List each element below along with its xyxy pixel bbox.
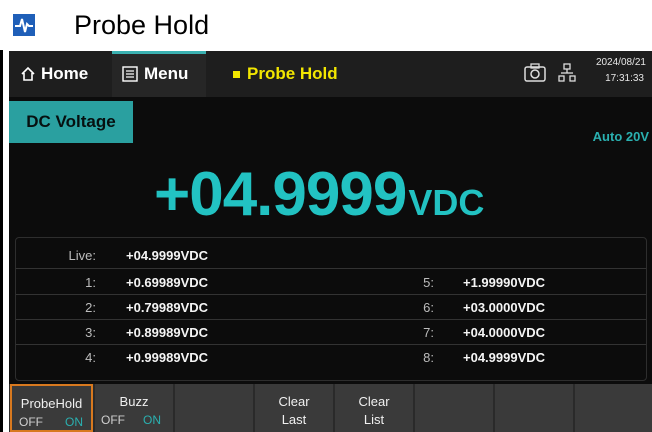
menu-active-indicator (112, 51, 206, 54)
empty-softkey[interactable] (415, 384, 493, 432)
page-title: Probe Hold (74, 10, 210, 40)
empty-softkey[interactable] (175, 384, 253, 432)
empty-softkey[interactable] (495, 384, 573, 432)
row-divider (16, 294, 646, 295)
time-readout: 17:31:33 (605, 73, 644, 84)
clear-last-softkey[interactable]: Clear Last (255, 384, 333, 432)
waveform-icon (13, 14, 35, 36)
clear-list-line2: List (363, 412, 385, 427)
log-index: 6: (423, 300, 434, 315)
clear-list-line1: Clear (358, 394, 390, 409)
row-divider (16, 344, 646, 345)
home-label: Home (41, 64, 89, 83)
probehold-on: ON (65, 415, 83, 429)
mode-title: Probe Hold (247, 64, 338, 83)
clear-last-line2: Last (281, 412, 307, 427)
mode-indicator-dot (233, 71, 240, 78)
reading-unit: VDC (408, 182, 485, 223)
log-value: +0.99989VDC (126, 350, 209, 365)
row-divider (16, 319, 646, 320)
menu-button[interactable]: Menu (112, 51, 206, 97)
top-bar: Home Menu Probe Hold 2024/08/21 17:31:33 (9, 51, 652, 97)
log-index: 7: (423, 325, 434, 340)
reading-log: Live: +04.9999VDC 1: +0.69989VDC 5: +1.9… (15, 237, 647, 381)
live-value: +04.9999VDC (126, 248, 209, 263)
log-index: 1: (85, 275, 96, 290)
clear-last-line1: Clear (278, 394, 310, 409)
probehold-softkey[interactable]: ProbeHold OFF ON (10, 384, 93, 432)
empty-softkey[interactable] (575, 384, 652, 432)
log-index: 8: (423, 350, 434, 365)
page-header: Probe Hold (0, 0, 652, 50)
buzz-on: ON (143, 413, 161, 427)
clear-list-softkey[interactable]: Clear List (335, 384, 413, 432)
log-value: +04.9999VDC (463, 350, 546, 365)
instrument-screen: Home Menu Probe Hold 2024/08/21 17:31:33… (9, 51, 652, 432)
home-icon (21, 66, 35, 81)
probehold-off: OFF (19, 415, 43, 429)
live-label: Live: (68, 248, 96, 263)
log-index: 5: (423, 275, 434, 290)
log-value: +03.0000VDC (463, 300, 546, 315)
log-index: 3: (85, 325, 96, 340)
row-divider (16, 268, 646, 269)
range-label: Auto 20V (592, 129, 649, 144)
main-reading: +04.9999VDC (154, 159, 484, 230)
log-index: 2: (85, 300, 96, 315)
log-value: +0.79989VDC (126, 300, 209, 315)
log-value: +0.69989VDC (126, 275, 209, 290)
date-readout: 2024/08/21 (595, 57, 646, 68)
buzz-off: OFF (101, 413, 125, 427)
menu-icon (122, 66, 138, 82)
menu-label: Menu (144, 64, 189, 83)
network-icon (558, 63, 576, 82)
buzz-label: Buzz (119, 394, 149, 409)
camera-icon[interactable] (524, 63, 546, 83)
log-value: +1.99990VDC (463, 275, 546, 290)
home-button[interactable]: Home (9, 51, 107, 97)
log-value: +0.89989VDC (126, 325, 209, 340)
log-value: +04.0000VDC (463, 325, 546, 340)
left-divider (0, 50, 3, 432)
probehold-label: ProbeHold (20, 396, 83, 411)
function-badge[interactable]: DC Voltage (9, 101, 133, 143)
buzz-softkey[interactable]: Buzz OFF ON (95, 384, 173, 432)
log-index: 4: (85, 350, 96, 365)
softkey-bar: ProbeHold OFF ON Buzz OFF ON Clear Last … (9, 384, 652, 432)
reading-value: +04.9999 (154, 160, 407, 229)
